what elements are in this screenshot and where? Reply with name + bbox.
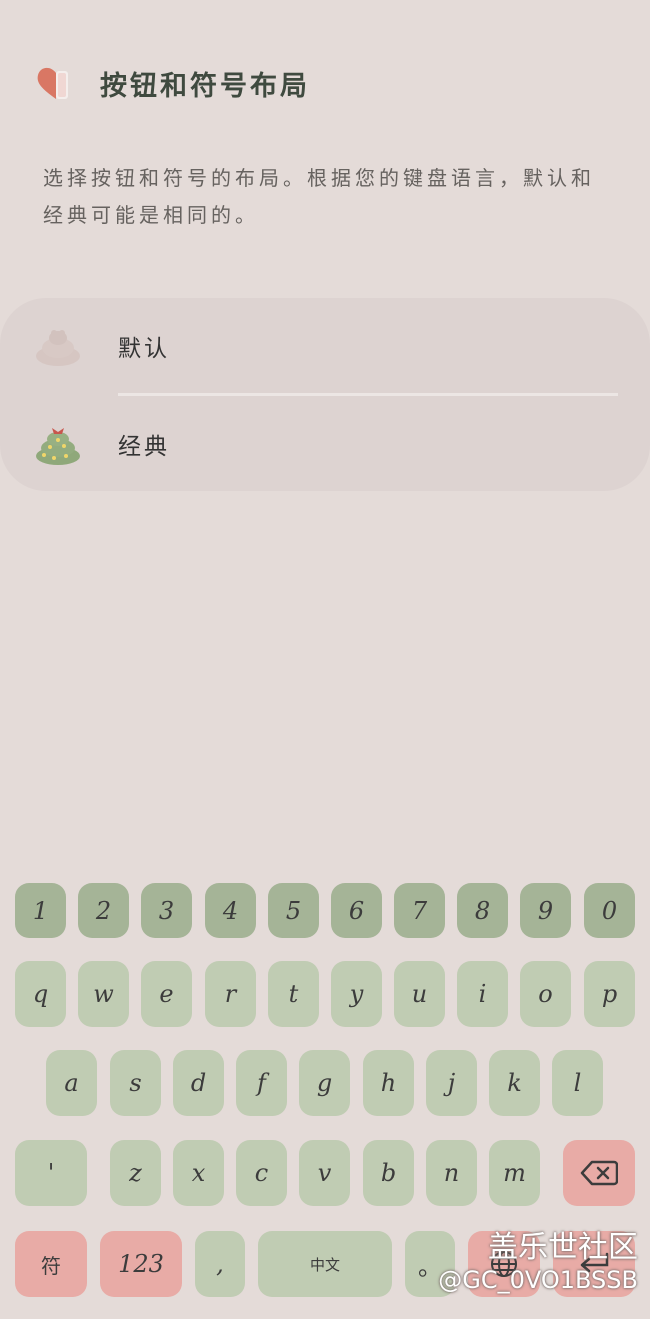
key-4[interactable]: 4 (205, 883, 256, 938)
key-p[interactable]: p (584, 961, 635, 1027)
comma-key[interactable]: , (195, 1231, 245, 1297)
key-5[interactable]: 5 (268, 883, 319, 938)
key-t[interactable]: t (268, 961, 319, 1027)
key-9[interactable]: 9 (520, 883, 571, 938)
key-j[interactable]: j (426, 1050, 477, 1116)
bun-icon (34, 324, 82, 368)
key-y[interactable]: y (331, 961, 382, 1027)
key-g[interactable]: g (299, 1050, 350, 1116)
key-e[interactable]: e (141, 961, 192, 1027)
key-8[interactable]: 8 (457, 883, 508, 938)
key-w[interactable]: w (78, 961, 129, 1027)
watermark-handle: @GC_0VO1BSSB (438, 1266, 638, 1294)
key-3[interactable]: 3 (141, 883, 192, 938)
key-n[interactable]: n (426, 1140, 477, 1206)
layout-options-panel: 默认 经典 (0, 298, 650, 491)
key-f[interactable]: f (236, 1050, 287, 1116)
heart-logo-icon (36, 63, 76, 103)
page-title: 按钮和符号布局 (100, 70, 310, 102)
key-a[interactable]: a (46, 1050, 97, 1116)
key-r[interactable]: r (205, 961, 256, 1027)
key-q[interactable]: q (15, 961, 66, 1027)
key-b[interactable]: b (363, 1140, 414, 1206)
key-v[interactable]: v (299, 1140, 350, 1206)
backspace-key[interactable] (563, 1140, 635, 1206)
numbers-key[interactable]: 123 (100, 1231, 182, 1297)
key-u[interactable]: u (394, 961, 445, 1027)
key-l[interactable]: l (552, 1050, 603, 1116)
key-o[interactable]: o (520, 961, 571, 1027)
watermark-title: 盖乐世社区 (488, 1230, 638, 1265)
option-classic-label: 经典 (118, 434, 170, 460)
key-7[interactable]: 7 (394, 883, 445, 938)
option-default-label: 默认 (118, 336, 170, 362)
key-s[interactable]: s (110, 1050, 161, 1116)
key-i[interactable]: i (457, 961, 508, 1027)
option-default[interactable]: 默认 (0, 298, 650, 394)
page-header: 按钮和符号布局 (36, 58, 310, 108)
key-apostrophe[interactable]: ' (15, 1140, 87, 1206)
backspace-icon (580, 1160, 618, 1186)
key-k[interactable]: k (489, 1050, 540, 1116)
christmas-tree-icon (34, 422, 82, 466)
key-m[interactable]: m (489, 1140, 540, 1206)
key-2[interactable]: 2 (78, 883, 129, 938)
option-classic[interactable]: 经典 (0, 396, 650, 492)
page-description: 选择按钮和符号的布局。根据您的键盘语言，默认和经典可能是相同的。 (43, 166, 595, 227)
key-h[interactable]: h (363, 1050, 414, 1116)
space-key[interactable]: 中文 (258, 1231, 392, 1297)
key-c[interactable]: c (236, 1140, 287, 1206)
key-x[interactable]: x (173, 1140, 224, 1206)
key-1[interactable]: 1 (15, 883, 66, 938)
key-0[interactable]: 0 (584, 883, 635, 938)
key-d[interactable]: d (173, 1050, 224, 1116)
key-z[interactable]: z (110, 1140, 161, 1206)
key-6[interactable]: 6 (331, 883, 382, 938)
symbols-key[interactable]: 符 (15, 1231, 87, 1297)
